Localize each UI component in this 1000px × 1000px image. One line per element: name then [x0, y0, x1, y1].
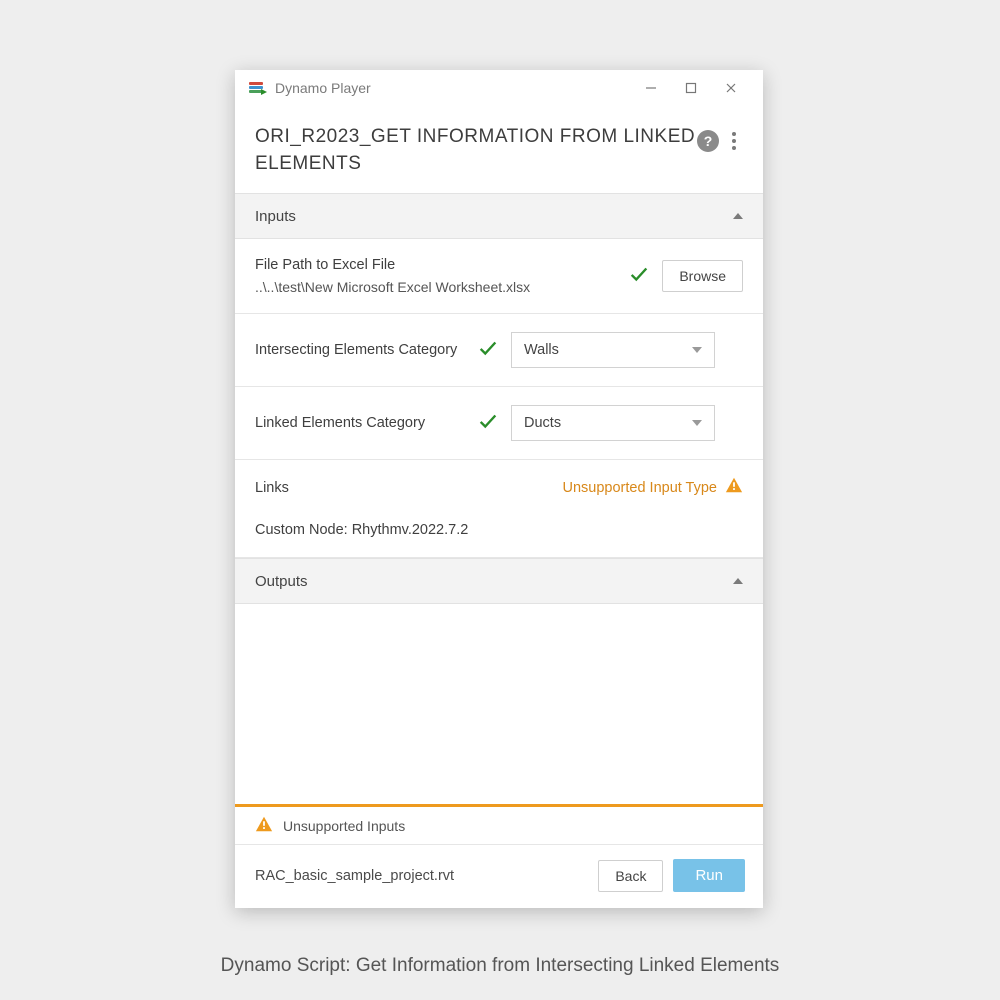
chevron-down-icon	[692, 347, 702, 353]
input-row-linked: Linked Elements Category Ducts	[235, 387, 763, 460]
app-title: Dynamo Player	[275, 80, 631, 96]
more-menu-icon[interactable]	[725, 128, 743, 154]
check-icon	[477, 410, 499, 437]
unsupported-text: Unsupported Inputs	[283, 818, 405, 834]
chevron-down-icon	[692, 420, 702, 426]
maximize-button[interactable]	[671, 74, 711, 102]
input-row-links: Links Unsupported Input Type Custom Node…	[235, 460, 763, 558]
unsupported-status-bar: Unsupported Inputs	[235, 807, 763, 845]
footer: RAC_basic_sample_project.rvt Back Run	[235, 845, 763, 908]
linked-select[interactable]: Ducts	[511, 405, 715, 441]
browse-button[interactable]: Browse	[662, 260, 743, 292]
dynamo-player-window: Dynamo Player ORI_R2023_GET INFORMATION …	[235, 70, 763, 908]
close-button[interactable]	[711, 74, 751, 102]
script-title: ORI_R2023_GET INFORMATION FROM LINKED EL…	[255, 124, 697, 177]
linked-selected: Ducts	[524, 415, 561, 431]
back-button[interactable]: Back	[598, 860, 663, 892]
input-row-filepath: File Path to Excel File ..\..\test\New M…	[235, 239, 763, 314]
titlebar: Dynamo Player	[235, 70, 763, 106]
collapse-icon	[733, 578, 743, 584]
help-icon[interactable]: ?	[697, 130, 719, 152]
collapse-icon	[733, 213, 743, 219]
filepath-value: ..\..\test\New Microsoft Excel Worksheet…	[255, 279, 616, 295]
figure-caption: Dynamo Script: Get Information from Inte…	[0, 955, 1000, 977]
check-icon	[477, 337, 499, 364]
intersecting-selected: Walls	[524, 342, 559, 358]
warning-icon	[725, 476, 743, 499]
minimize-button[interactable]	[631, 74, 671, 102]
links-warning-text: Unsupported Input Type	[562, 480, 717, 496]
run-button[interactable]: Run	[673, 859, 745, 892]
intersecting-select[interactable]: Walls	[511, 332, 715, 368]
warning-icon	[255, 815, 273, 836]
outputs-label: Outputs	[255, 573, 308, 590]
outputs-body	[235, 604, 763, 804]
input-row-intersecting: Intersecting Elements Category Walls	[235, 314, 763, 387]
inputs-section-header[interactable]: Inputs	[235, 193, 763, 239]
linked-label: Linked Elements Category	[255, 415, 465, 431]
script-header: ORI_R2023_GET INFORMATION FROM LINKED EL…	[235, 106, 763, 193]
app-icon	[249, 81, 267, 95]
custom-node-label: Custom Node: Rhythmv.2022.7.2	[255, 522, 468, 538]
inputs-label: Inputs	[255, 208, 296, 225]
filepath-label: File Path to Excel File	[255, 257, 616, 273]
intersecting-label: Intersecting Elements Category	[255, 342, 465, 358]
links-label: Links	[255, 480, 289, 496]
check-icon	[628, 263, 650, 290]
project-filename: RAC_basic_sample_project.rvt	[255, 868, 588, 884]
outputs-section-header[interactable]: Outputs	[235, 558, 763, 604]
